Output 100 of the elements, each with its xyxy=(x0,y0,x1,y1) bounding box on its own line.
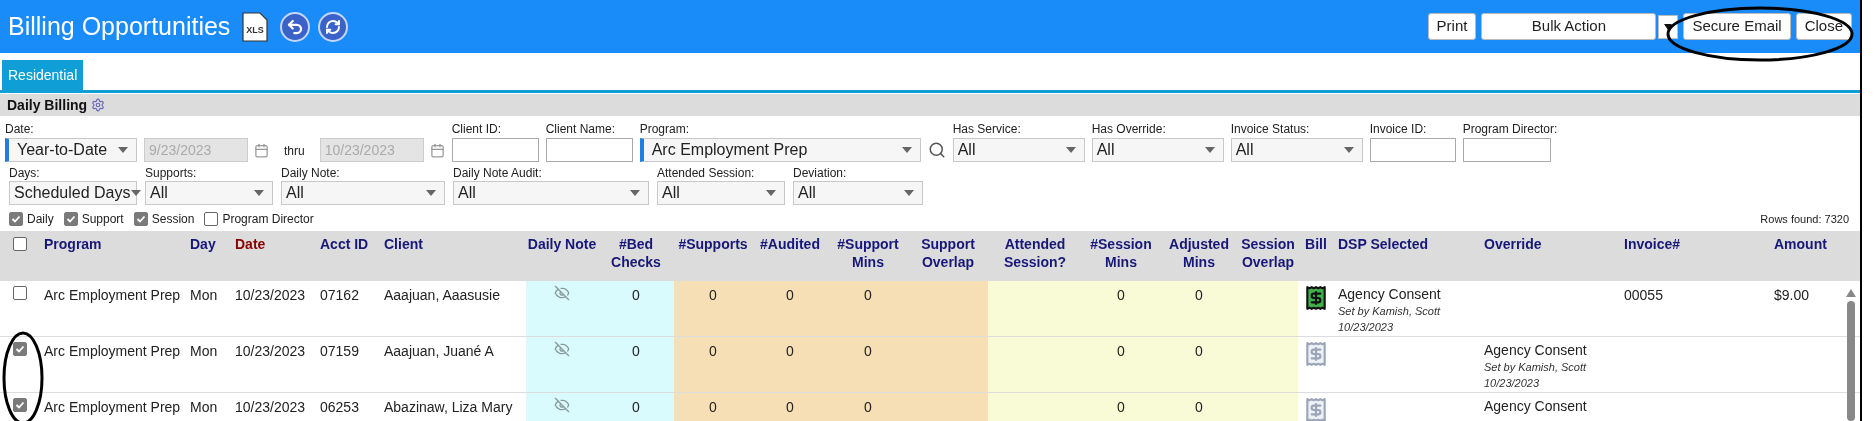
column-header[interactable]: Override xyxy=(1480,231,1620,281)
column-header[interactable]: Session Overlap xyxy=(1238,231,1298,281)
table-cell-text: 10/23/2023 xyxy=(234,342,307,361)
caret-icon xyxy=(1065,147,1076,153)
range-label: thru xyxy=(283,143,306,160)
shaded-table-cell: 0 xyxy=(828,281,908,336)
select-field[interactable]: All xyxy=(453,181,649,205)
hidden-note-icon[interactable] xyxy=(554,397,570,413)
override-text: Agency Consent xyxy=(1484,397,1587,415)
column-header[interactable]: Adjusted Mins xyxy=(1160,231,1238,281)
column-header[interactable]: Attended Session? xyxy=(988,231,1082,281)
toolbar-button[interactable]: Secure Email xyxy=(1683,13,1791,40)
column-header[interactable]: DSP Selected xyxy=(1334,231,1480,281)
refresh-icon[interactable] xyxy=(318,11,349,42)
bill-icon[interactable] xyxy=(1303,285,1329,311)
field-label: Date: xyxy=(5,121,35,138)
dsp-selected: Agency Consent xyxy=(1338,285,1441,303)
scroll-up-arrow-icon[interactable] xyxy=(1846,289,1856,297)
bulk-action-dropdown[interactable]: Bulk Action xyxy=(1481,13,1657,40)
table-cell-text: 07159 xyxy=(319,342,360,361)
field-label: Daily Note Audit: xyxy=(453,165,543,181)
filter-checkbox[interactable] xyxy=(133,212,148,226)
field-label: Has Override: xyxy=(1091,121,1167,138)
select-value: All xyxy=(662,183,680,203)
caret-icon xyxy=(766,190,776,196)
column-header[interactable]: Date xyxy=(231,231,316,281)
select-field[interactable]: All xyxy=(1091,138,1224,162)
shaded-table-cell: 0 xyxy=(1082,337,1160,392)
shaded-table-cell: 0 xyxy=(674,337,752,392)
column-header[interactable]: Program xyxy=(40,231,186,281)
row-checkbox[interactable] xyxy=(13,398,27,412)
caret-icon xyxy=(904,190,914,196)
select-field[interactable]: All xyxy=(657,181,785,205)
column-header[interactable]: Day xyxy=(186,231,231,281)
caret-icon xyxy=(254,190,264,196)
calendar-icon[interactable] xyxy=(429,142,445,158)
field-label: Client Name: xyxy=(545,121,617,138)
select-field[interactable]: All xyxy=(793,181,923,205)
column-header[interactable]: #Audited xyxy=(752,231,828,281)
caret-icon xyxy=(901,147,912,153)
column-header[interactable]: #Session Mins xyxy=(1082,231,1160,281)
row-checkbox[interactable] xyxy=(13,286,27,300)
shaded-table-cell xyxy=(1238,337,1298,392)
select-field[interactable]: All xyxy=(145,181,273,205)
toolbar-button[interactable]: Print xyxy=(1427,13,1477,40)
table-cell-text: Mon xyxy=(189,286,219,305)
calendar-icon[interactable] xyxy=(254,142,269,158)
table-cell-text: $9.00 xyxy=(1773,286,1811,305)
back-icon[interactable] xyxy=(280,11,311,42)
shaded-table-cell: 0 xyxy=(828,393,908,421)
input-field[interactable] xyxy=(1369,138,1456,162)
select-field[interactable]: All xyxy=(952,138,1085,162)
column-header[interactable]: Daily Note xyxy=(526,231,598,281)
field-label: Client ID: xyxy=(451,121,503,138)
shaded-table-cell: 0 xyxy=(752,337,828,392)
column-header[interactable]: #Bed Checks xyxy=(598,231,674,281)
column-header[interactable]: Acct ID xyxy=(316,231,380,281)
shaded-table-cell: 0 xyxy=(1082,281,1160,336)
table-cell-text: 10/23/2023 xyxy=(234,398,307,417)
column-header[interactable]: Bill xyxy=(1298,231,1334,281)
column-header[interactable]: #Supports xyxy=(674,231,752,281)
column-header[interactable]: #Support Mins xyxy=(828,231,908,281)
input-field[interactable] xyxy=(451,138,539,162)
spreadsheet-file-icon[interactable]: XLS xyxy=(242,11,269,42)
column-header[interactable]: Client xyxy=(380,231,526,281)
settings-icon[interactable] xyxy=(91,98,106,112)
select-field[interactable]: All xyxy=(281,181,445,205)
shaded-table-cell: 0 xyxy=(828,337,908,392)
row-checkbox[interactable] xyxy=(13,342,27,356)
set-date: 10/23/2023 xyxy=(1484,376,1541,391)
hidden-note-icon[interactable] xyxy=(554,285,570,301)
select-field[interactable]: Year-to-Date xyxy=(5,138,137,162)
filter-checkbox[interactable] xyxy=(63,212,78,226)
input-field[interactable] xyxy=(1462,138,1551,162)
table-cell-text: Mon xyxy=(189,342,219,361)
field-label: Invoice ID: xyxy=(1369,121,1428,138)
hidden-note-icon[interactable] xyxy=(554,341,570,357)
column-header[interactable]: Support Overlap xyxy=(908,231,988,281)
select-field[interactable]: All xyxy=(1230,138,1363,162)
select-all-checkbox[interactable] xyxy=(13,237,27,251)
set-date: 10/23/2023 xyxy=(1338,320,1395,335)
table-cell-text: Aaajuan, Aaasusie xyxy=(383,286,501,305)
table-cell-text: 07162 xyxy=(319,286,360,305)
search-icon[interactable] xyxy=(927,141,946,159)
shaded-table-cell: 0 xyxy=(1082,393,1160,421)
column-header[interactable]: Invoice# xyxy=(1620,231,1770,281)
shaded-table-cell: 0 xyxy=(1160,337,1238,392)
filter-checkbox[interactable] xyxy=(9,212,23,226)
shaded-table-cell: 0 xyxy=(598,281,674,336)
section-title: Daily Billing xyxy=(7,95,88,115)
scrollbar-thumb[interactable] xyxy=(1847,301,1855,421)
filter-checkbox[interactable] xyxy=(204,212,219,226)
page-title: Billing Opportunities xyxy=(8,10,231,42)
select-field[interactable]: Arc Employment Prep xyxy=(639,138,921,162)
override-text: Agency Consent xyxy=(1484,341,1587,359)
select-value: All xyxy=(1096,140,1115,160)
input-field[interactable] xyxy=(545,138,633,162)
shaded-table-cell: 0 xyxy=(1160,281,1238,336)
caret-icon xyxy=(630,190,640,196)
column-header[interactable]: Amount xyxy=(1770,231,1832,281)
